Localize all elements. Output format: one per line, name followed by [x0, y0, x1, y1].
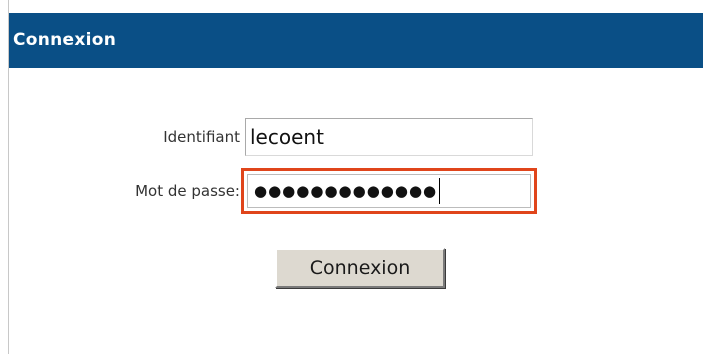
password-masked-value: ●●●●●●●●●●●●●	[254, 182, 438, 200]
identifiant-input[interactable]	[246, 119, 532, 155]
identifiant-field[interactable]	[245, 118, 533, 156]
identifiant-label: Identifiant	[163, 128, 240, 146]
text-caret	[439, 178, 441, 204]
connexion-button[interactable]: Connexion	[275, 248, 445, 288]
password-field[interactable]: ●●●●●●●●●●●●●	[241, 168, 537, 214]
password-label: Mot de passe:	[135, 182, 240, 200]
login-panel: Connexion Identifiant Mot de passe: ●●●●…	[8, 0, 703, 354]
password-input[interactable]: ●●●●●●●●●●●●●	[247, 174, 531, 208]
panel-title: Connexion	[9, 13, 703, 68]
